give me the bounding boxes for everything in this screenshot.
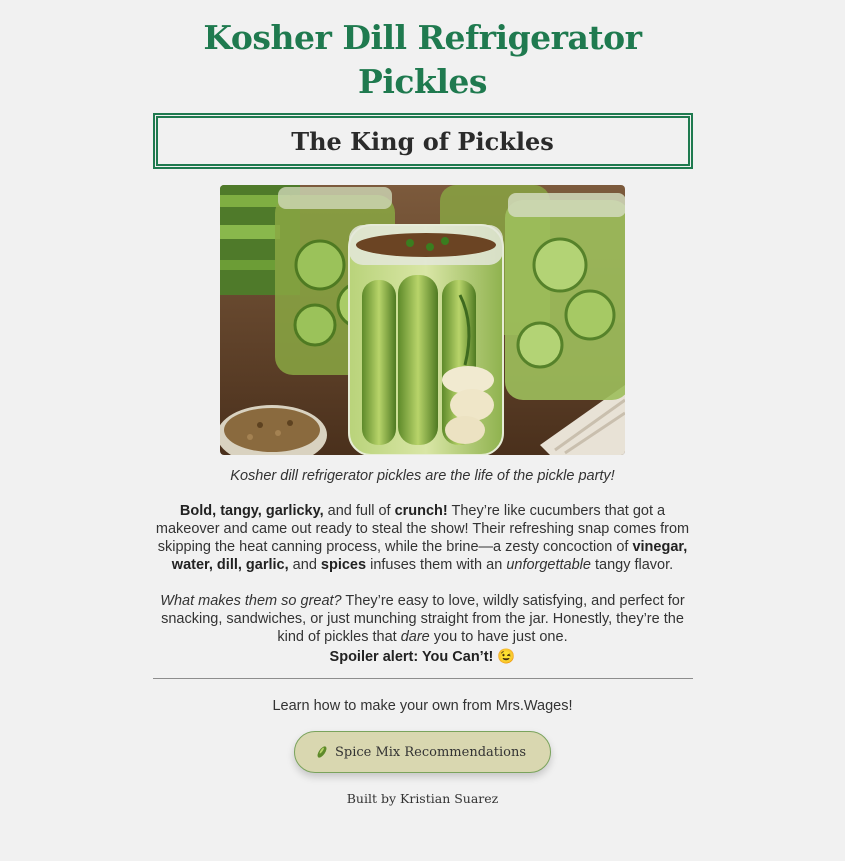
subtitle: The King of Pickles	[291, 126, 554, 156]
footer-credit: Built by Kristian Suarez	[346, 791, 499, 806]
intro-em-1: unforgettable	[506, 557, 591, 573]
spice-mix-button-label: Spice Mix Recommendations	[334, 744, 527, 760]
intro-text-1: and full of	[323, 503, 395, 519]
intro-text-4: infuses them with an	[366, 557, 507, 573]
second-text-2: you to have just one.	[429, 629, 568, 645]
second-em-2: dare	[400, 629, 430, 645]
page-title: Kosher Dill Refrigerator Pickles	[203, 18, 642, 101]
learn-text: Learn how to make your own from Mrs.Wage…	[272, 698, 573, 714]
page: Kosher Dill Refrigerator Pickles The Kin…	[152, 16, 693, 806]
subtitle-box: The King of Pickles	[152, 113, 693, 169]
intro-text-5: tangy flavor.	[590, 557, 674, 573]
second-paragraph: What makes them so great? They’re easy t…	[153, 592, 693, 646]
image-caption: Kosher dill refrigerator pickles are the…	[230, 468, 615, 484]
intro-paragraph: Bold, tangy, garlicky, and full of crunc…	[153, 502, 693, 574]
divider	[152, 678, 693, 679]
pickle-icon	[317, 746, 327, 758]
spice-mix-button[interactable]: Spice Mix Recommendations	[293, 731, 552, 773]
intro-bold-1: Bold, tangy, garlicky,	[179, 503, 324, 519]
intro-bold-2: crunch!	[394, 503, 448, 519]
hero-image	[220, 185, 625, 455]
spoiler-text: Spoiler alert: You Can’t! 😉	[329, 649, 516, 665]
intro-bold-4: spices	[320, 557, 367, 573]
second-em-1: What makes them so great?	[160, 593, 342, 609]
intro-text-3: and	[288, 557, 321, 573]
